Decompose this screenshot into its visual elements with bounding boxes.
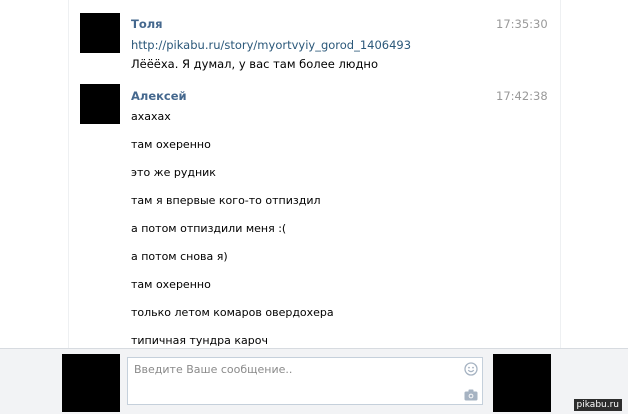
recipient-avatar[interactable] xyxy=(493,354,551,412)
message-time: 17:42:38 xyxy=(496,89,548,103)
message-link[interactable]: http://pikabu.ru/story/myortvyiy_gorod_1… xyxy=(131,38,411,52)
message-line: это же рудник xyxy=(131,166,216,179)
message-time: 17:35:30 xyxy=(496,17,548,31)
message-line: там я впервые кого-то отпиздил xyxy=(131,194,321,207)
avatar[interactable] xyxy=(80,84,120,124)
chat-divider-left xyxy=(68,0,69,348)
message-line: типичная тундра кароч xyxy=(131,334,268,347)
camera-icon[interactable] xyxy=(464,388,478,402)
message-line: там охеренно xyxy=(131,278,211,291)
smiley-icon[interactable] xyxy=(464,362,478,376)
message-line: там охеренно xyxy=(131,138,211,151)
watermark: pikabu.ru xyxy=(573,399,622,411)
my-avatar[interactable] xyxy=(62,354,120,412)
message-line: только летом комаров овердохера xyxy=(131,306,334,319)
message-author[interactable]: Алексей xyxy=(131,89,187,104)
chat-history: Толя 17:35:30 http://pikabu.ru/story/myo… xyxy=(0,0,628,348)
chat-divider-right xyxy=(560,0,561,348)
message-line: а потом отпиздили меня :( xyxy=(131,222,287,235)
message-author[interactable]: Толя xyxy=(131,17,163,32)
message-text: http://pikabu.ru/story/myortvyiy_gorod_1… xyxy=(131,36,461,74)
message-line: а потом снова я) xyxy=(131,250,228,263)
message-input[interactable] xyxy=(127,357,483,405)
message-text-body: Лёёёха. Я думал, у вас там более людно xyxy=(131,57,378,71)
avatar[interactable] xyxy=(80,13,120,53)
message-line: ахахах xyxy=(131,110,171,123)
